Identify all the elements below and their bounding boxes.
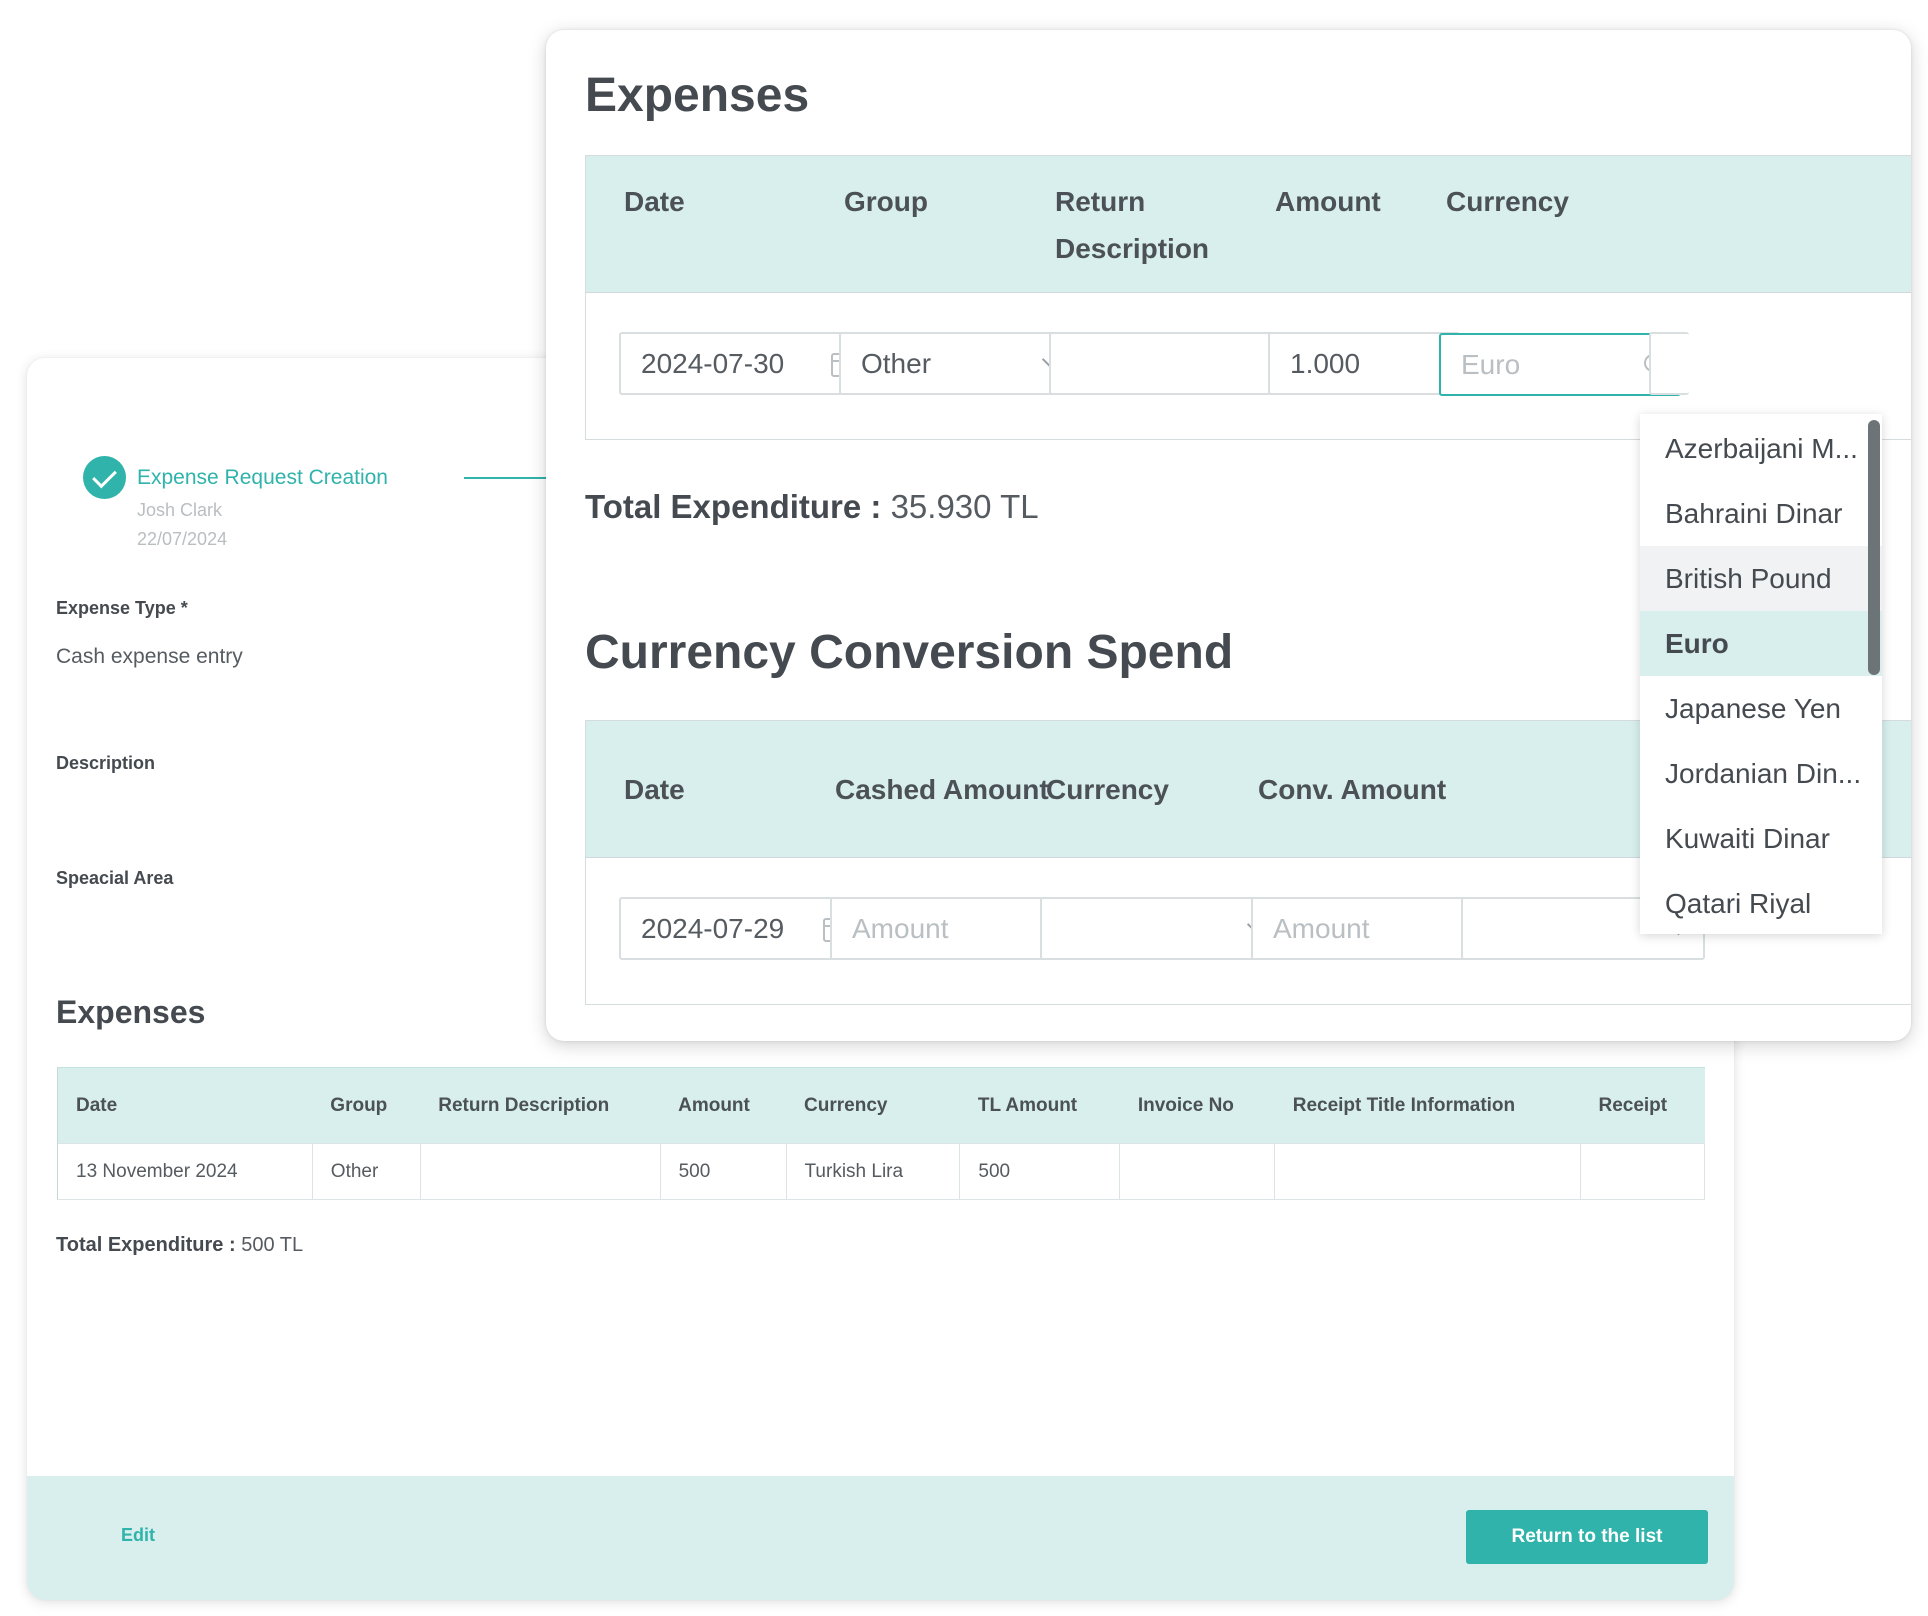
column-header-date: Date [624,186,685,217]
column-header-group: Group [844,186,928,217]
column-header: Invoice No [1119,1067,1275,1144]
expenses-table: Date Group Return Description Amount Cur… [57,1067,1706,1200]
column-header: TL Amount [959,1067,1120,1144]
step-date: 22/07/2024 [137,529,228,549]
description-label: Description [56,753,156,773]
column-header-date: Date [624,774,685,805]
group-select-value: Other [861,348,932,379]
dropdown-option[interactable]: Jordanian Din... [1640,741,1882,806]
table-header-row: Date Group Return Description Amount Cur… [57,1067,1705,1144]
cell-invoice-no [1119,1143,1276,1200]
column-header-amount: Amount [1275,186,1381,217]
expense-edit-card: Expenses Date Group Return Description A… [546,30,1911,1041]
currency-search-input[interactable]: Euro [1439,333,1681,396]
dropdown-option[interactable]: Azerbaijani M... [1640,416,1882,481]
expenses-header-row: Date Group Return Description Amount Cur… [586,156,1911,293]
expenses-section-title: Expenses [56,994,206,1030]
front-total-label: Total Expenditure : [585,488,882,525]
column-header-cashed-amount: Cashed Amount [835,774,1049,805]
next-column-input[interactable] [1649,332,1689,395]
column-header: Return Description [420,1067,661,1144]
dropdown-scrollbar[interactable] [1868,420,1880,675]
expenses-form-table: Date Group Return Description Amount Cur… [585,155,1911,440]
edit-link[interactable]: Edit [121,1525,155,1546]
column-header: Date [57,1067,313,1144]
cell-date: 13 November 2024 [57,1143,313,1200]
column-header-conv-amount: Conv. Amount [1258,774,1447,805]
conversion-date-input[interactable]: 2024-07-29 [619,897,863,960]
currency-dropdown[interactable]: Azerbaijani M... Bahraini Dinar British … [1640,414,1882,934]
currency-search-placeholder: Euro [1461,349,1521,380]
cell-tl-amount: 500 [959,1143,1121,1200]
conv-amount-placeholder: Amount [1273,913,1370,944]
return-description-input[interactable] [1049,332,1301,395]
column-header: Receipt [1580,1067,1705,1144]
card-footer: Edit Return to the list [27,1476,1734,1600]
cashed-amount-placeholder: Amount [852,913,949,944]
total-expenditure-value: 500 TL [241,1234,304,1256]
dropdown-option[interactable]: Qatari Riyal [1640,871,1882,934]
total-expenditure: Total Expenditure : 500 TL [56,1234,303,1257]
cell-group: Other [311,1143,421,1200]
column-header: Amount [660,1067,787,1144]
column-header-return-description: Return Description [1055,186,1210,264]
cell-receipt[interactable] [1579,1143,1706,1200]
cashed-amount-input[interactable]: Amount [830,897,1072,960]
dropdown-option[interactable]: Japanese Yen [1640,676,1882,741]
step-title: Expense Request Creation [137,466,388,489]
dropdown-option[interactable]: Kuwaiti Dinar [1640,806,1882,871]
dropdown-option-hovered[interactable]: British Pound [1640,546,1882,611]
expense-date-input[interactable]: 2024-07-30 [619,332,871,395]
table-row: 13 November 2024 Other 500 Turkish Lira … [57,1143,1706,1200]
group-select[interactable]: Other [839,332,1079,395]
column-header-currency: Currency [1446,186,1569,217]
expense-type-label: Expense Type * [56,598,188,618]
special-area-label: Speacial Area [56,868,174,888]
front-total-expenditure: Total Expenditure : 35.930 TL [585,488,1039,526]
cell-amount: 500 [659,1143,787,1200]
expense-type-value: Cash expense entry [56,645,243,668]
cell-receipt-title [1274,1143,1581,1200]
dropdown-option-selected[interactable]: Euro [1640,611,1882,676]
front-total-value: 35.930 TL [890,488,1039,525]
check-circle-icon [83,456,126,499]
column-header-currency: Currency [1046,774,1169,805]
column-header: Group [312,1067,421,1144]
conv-amount-input[interactable]: Amount [1251,897,1495,960]
total-expenditure-label: Total Expenditure : [56,1234,236,1256]
step-user: Josh Clark [137,500,223,520]
expense-date-value: 2024-07-30 [641,348,785,379]
cell-return-description [419,1143,661,1200]
dropdown-option[interactable]: Bahraini Dinar [1640,481,1882,546]
expenses-title: Expenses [585,69,810,122]
column-header: Receipt Title Information [1274,1067,1581,1144]
conversion-currency-select[interactable] [1040,897,1284,960]
column-header: Currency [786,1067,960,1144]
return-to-list-button[interactable]: Return to the list [1466,1510,1708,1564]
amount-value: 1.000 [1290,348,1361,379]
conversion-date-value: 2024-07-29 [641,913,785,944]
cell-currency: Turkish Lira [785,1143,961,1200]
currency-conversion-title: Currency Conversion Spend [585,626,1234,679]
amount-input[interactable]: 1.000 [1268,332,1460,395]
